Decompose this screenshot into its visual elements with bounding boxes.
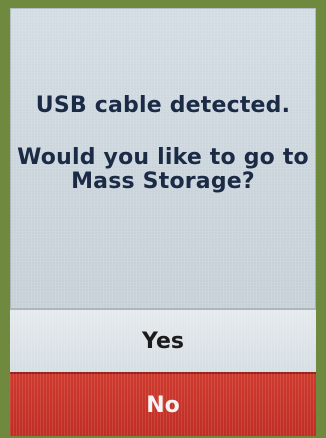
screen: USB cable detected. Would you like to go… — [10, 8, 316, 436]
dialog-spacer — [10, 118, 316, 146]
yes-button[interactable]: Yes — [10, 308, 316, 372]
dialog-prompt-line-1: Would you like to go to — [17, 145, 309, 170]
device-frame: USB cable detected. Would you like to go… — [0, 0, 326, 438]
dialog-prompt-line-2: Mass Storage? — [71, 169, 255, 194]
dialog-buttons: Yes No — [10, 308, 316, 436]
no-button-label: No — [146, 392, 180, 418]
no-button[interactable]: No — [10, 372, 316, 436]
usb-dialog-message: USB cable detected. Would you like to go… — [10, 94, 316, 194]
dialog-title: USB cable detected. — [35, 93, 291, 118]
yes-button-label: Yes — [142, 328, 184, 354]
